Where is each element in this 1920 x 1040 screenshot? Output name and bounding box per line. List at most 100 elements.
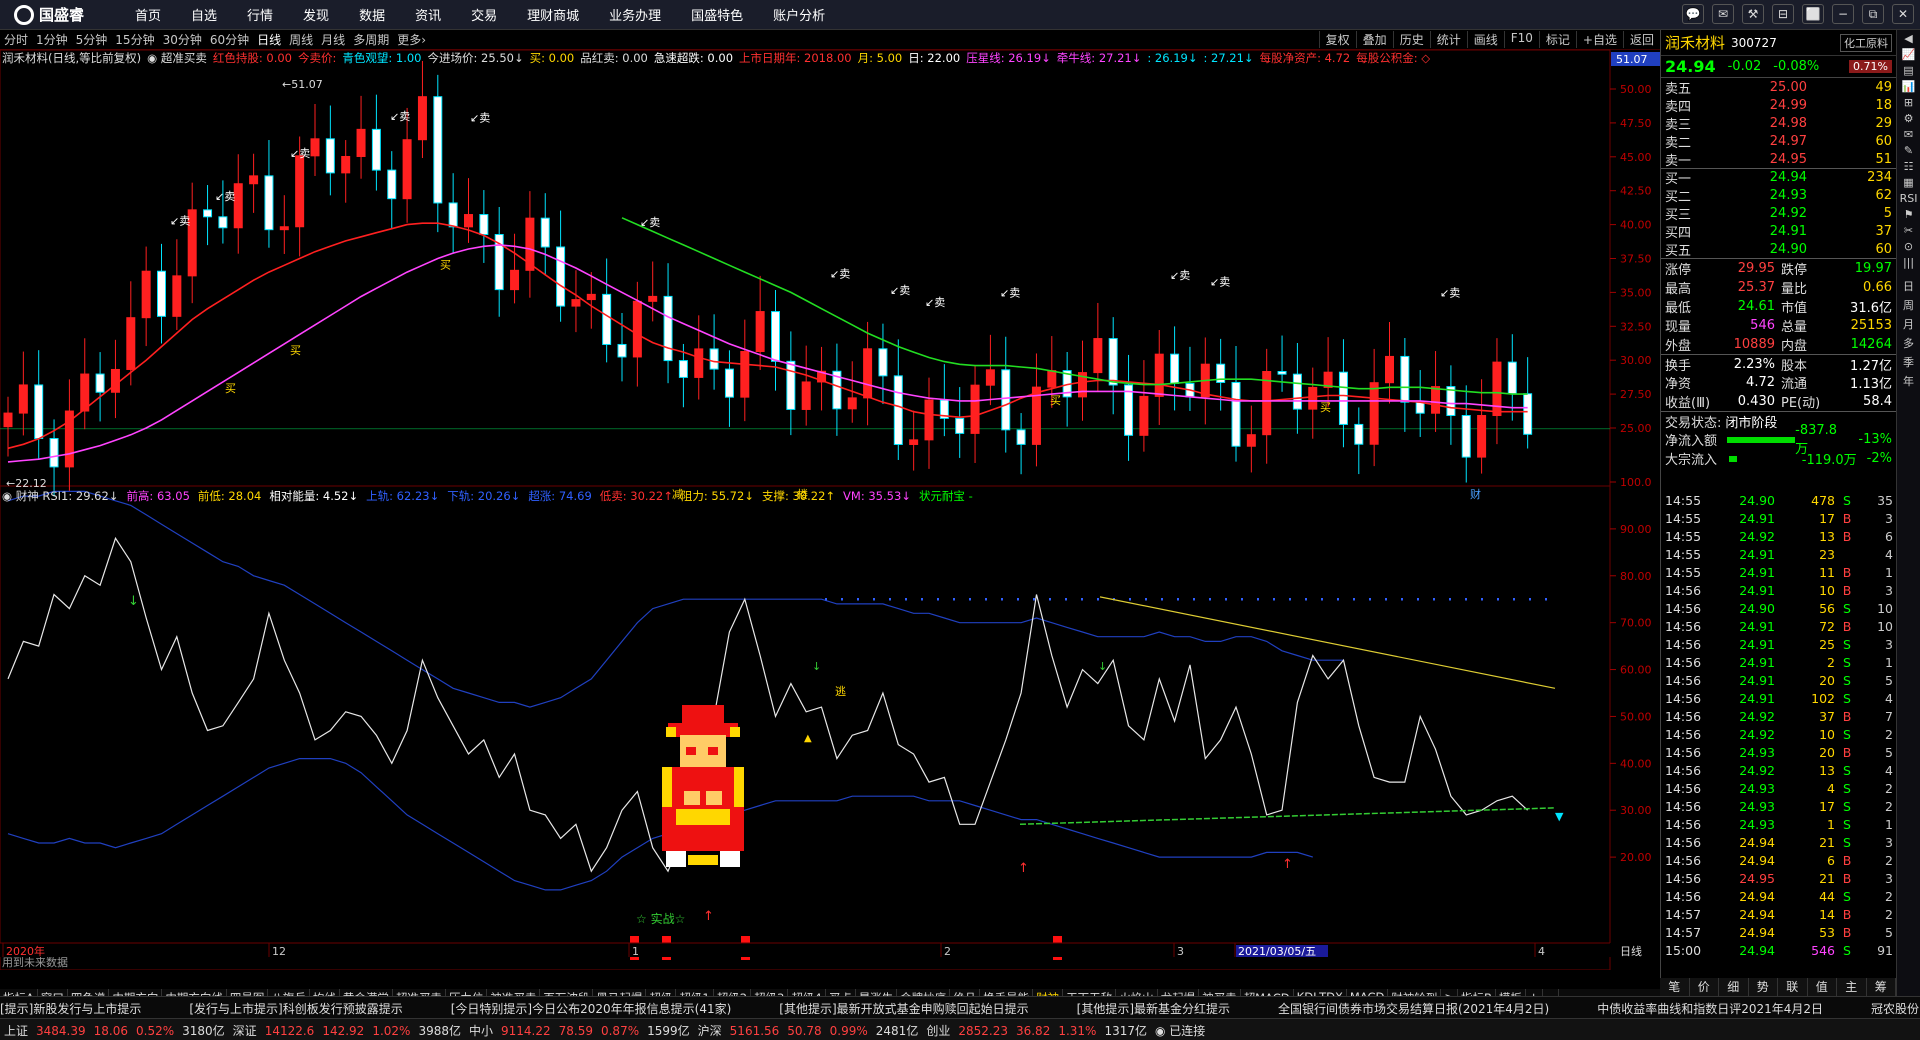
sidebar-tool-icon[interactable]: 📈 bbox=[1899, 48, 1919, 61]
trade-row: 14:56 24.94 6 B 2 bbox=[1661, 851, 1897, 869]
sidebar-tool-icon[interactable]: ☷ bbox=[1899, 160, 1919, 173]
ticker-item[interactable]: [今日特别提示]今日公布2020年年报信息提示(41家) bbox=[451, 1002, 732, 1016]
trade-time: 14:56 bbox=[1665, 816, 1702, 832]
bid-label: 买五 bbox=[1665, 243, 1692, 259]
sidebar-tool-icon[interactable]: ▦ bbox=[1899, 176, 1919, 189]
menu-item-1[interactable]: 自选 bbox=[176, 5, 232, 24]
bid-volume: 62 bbox=[1875, 187, 1892, 203]
window-button-icon-7[interactable]: ✕ bbox=[1892, 4, 1914, 24]
menu-item-7[interactable]: 理财商城 bbox=[512, 5, 594, 24]
trade-volume: 13 bbox=[1819, 762, 1835, 778]
quote-tab[interactable]: 筹 bbox=[1867, 978, 1896, 996]
trade-side: B bbox=[1842, 618, 1852, 634]
ticker-item[interactable]: [提示]新股发行与上市提示 bbox=[0, 1002, 141, 1016]
trade-price: 24.93 bbox=[1739, 798, 1775, 814]
trade-row: 14:57 24.94 53 B 5 bbox=[1661, 923, 1897, 941]
menu-item-9[interactable]: 国盛特色 bbox=[676, 5, 758, 24]
trade-side: S bbox=[1843, 942, 1851, 958]
ticker-item[interactable]: 全国银行间债券市场交易结算日报(2021年4月2日) bbox=[1278, 1002, 1549, 1016]
menu-item-0[interactable]: 首页 bbox=[120, 5, 176, 24]
sidebar-tool-icon[interactable]: ✂ bbox=[1899, 224, 1919, 237]
menu-item-5[interactable]: 资讯 bbox=[400, 5, 456, 24]
sidebar-tool-icon[interactable]: ⚑ bbox=[1899, 208, 1919, 221]
current-price-text: 51.07 bbox=[1616, 53, 1648, 66]
quote-tab[interactable]: 笔 bbox=[1660, 978, 1690, 996]
quote-tab[interactable]: 值 bbox=[1808, 978, 1837, 996]
trade-row: 14:56 24.91 2 S 1 bbox=[1661, 653, 1897, 671]
sidebar-tool-icon[interactable]: ⚙ bbox=[1899, 112, 1919, 125]
candle-body bbox=[1139, 395, 1149, 436]
flow-value: -119.0万 bbox=[1801, 453, 1857, 468]
sell-signal: ↙卖 bbox=[890, 284, 910, 297]
ticker-item[interactable]: [其他提示]最新开放式基金申购赎回起始日提示 bbox=[779, 1002, 1028, 1016]
quote-panel: 润禾材料 300727 化工原料 24.94 -0.02 -0.08% 0.71… bbox=[1660, 30, 1896, 996]
stat-key: 内盘 bbox=[1781, 339, 1808, 354]
ticker-item[interactable]: [其他提示]最新基金分红提示 bbox=[1077, 1002, 1230, 1016]
sidebar-tool-icon[interactable]: 季 bbox=[1899, 354, 1919, 370]
trade-count: 2 bbox=[1885, 852, 1893, 868]
window-button-icon-3[interactable]: ⊟ bbox=[1772, 4, 1794, 24]
price-row: 24.94 -0.02 -0.08% 0.71% bbox=[1661, 56, 1896, 78]
sidebar-tool-icon[interactable]: ▤ bbox=[1899, 64, 1919, 77]
candle-body bbox=[801, 381, 811, 410]
candle-body bbox=[985, 369, 995, 386]
candle-body bbox=[1492, 361, 1502, 417]
menu-item-3[interactable]: 发现 bbox=[288, 5, 344, 24]
stat-value: 58.4 bbox=[1863, 394, 1892, 409]
ticker-item[interactable]: [发行与上市提示]科创板发行预披露提示 bbox=[189, 1002, 402, 1016]
trade-side: S bbox=[1843, 798, 1851, 814]
sidebar-tool-icon[interactable]: ||| bbox=[1899, 256, 1919, 269]
window-button-icon-0[interactable]: 💬 bbox=[1682, 4, 1704, 24]
candle-body bbox=[1277, 371, 1287, 375]
menu-item-6[interactable]: 交易 bbox=[456, 5, 512, 24]
menu-item-2[interactable]: 行情 bbox=[232, 5, 288, 24]
sub-indicator-value: VM: 35.53↓ bbox=[843, 489, 911, 503]
industry-tag[interactable]: 化工原料 bbox=[1840, 33, 1892, 52]
sidebar-tool-icon[interactable]: ✎ bbox=[1899, 144, 1919, 157]
sub-indicator-line: ◉ 财神 RSI1: 29.62↓ 前高: 63.05 前低: 28.04 相对能量:… bbox=[0, 488, 1610, 506]
sidebar-tool-icon[interactable]: ⊞ bbox=[1899, 96, 1919, 109]
window-button-icon-5[interactable]: − bbox=[1832, 4, 1854, 24]
candle-body bbox=[310, 138, 320, 157]
trade-time: 14:56 bbox=[1665, 654, 1702, 670]
sidebar-tool-icon[interactable]: ⊙ bbox=[1899, 240, 1919, 253]
date-axis-label: 4 bbox=[1538, 945, 1545, 958]
menu-item-4[interactable]: 数据 bbox=[344, 5, 400, 24]
candle-body bbox=[1477, 415, 1487, 458]
trade-count: 4 bbox=[1885, 546, 1893, 562]
window-button-icon-2[interactable]: ⚒ bbox=[1742, 4, 1764, 24]
window-button-icon-6[interactable]: ⧉ bbox=[1862, 4, 1884, 24]
sidebar-tool-icon[interactable]: 日 bbox=[1899, 278, 1919, 294]
stat-key: 量比 bbox=[1781, 282, 1808, 297]
quote-tab[interactable]: 势 bbox=[1749, 978, 1778, 996]
sidebar-tool-icon[interactable]: 多 bbox=[1899, 335, 1919, 351]
rsi-high-arrow: ↓ bbox=[1098, 660, 1107, 673]
sidebar-tool-icon[interactable]: 📊 bbox=[1899, 80, 1919, 93]
sidebar-tool-icon[interactable]: ✉ bbox=[1899, 128, 1919, 141]
window-button-icon-1[interactable]: ✉ bbox=[1712, 4, 1734, 24]
sidebar-tool-icon[interactable]: 月 bbox=[1899, 316, 1919, 332]
quote-tab[interactable]: 联 bbox=[1778, 978, 1808, 996]
trade-time: 14:56 bbox=[1665, 582, 1702, 598]
sidebar-tool-icon[interactable]: RSI bbox=[1899, 192, 1919, 205]
index-value: 上证 bbox=[4, 1024, 29, 1038]
trade-count: 5 bbox=[1885, 924, 1893, 940]
sidebar-tool-icon[interactable]: ◀ bbox=[1899, 32, 1919, 45]
trade-side: S bbox=[1843, 816, 1851, 832]
trade-time: 14:56 bbox=[1665, 618, 1702, 634]
ticker-item[interactable]: 中债收益率曲线和指数日评2021年4月2日 bbox=[1597, 1002, 1823, 1016]
menu-item-8[interactable]: 业务办理 bbox=[594, 5, 676, 24]
candle-body bbox=[893, 375, 903, 445]
candles bbox=[3, 60, 1533, 497]
window-button-icon-4[interactable]: ⬜ bbox=[1802, 4, 1824, 24]
quote-tab[interactable]: 细 bbox=[1719, 978, 1749, 996]
trade-volume: 102 bbox=[1811, 690, 1835, 706]
trade-volume: 20 bbox=[1819, 744, 1835, 760]
ticker-item[interactable]: 冠农股份 bbox=[1871, 1002, 1919, 1016]
quote-tab[interactable]: 价 bbox=[1690, 978, 1719, 996]
sidebar-tool-icon[interactable]: 周 bbox=[1899, 297, 1919, 313]
trade-side: B bbox=[1842, 528, 1852, 544]
menu-item-10[interactable]: 账户分析 bbox=[758, 5, 840, 24]
quote-tab[interactable]: 主 bbox=[1837, 978, 1867, 996]
sidebar-tool-icon[interactable]: 年 bbox=[1899, 373, 1919, 389]
